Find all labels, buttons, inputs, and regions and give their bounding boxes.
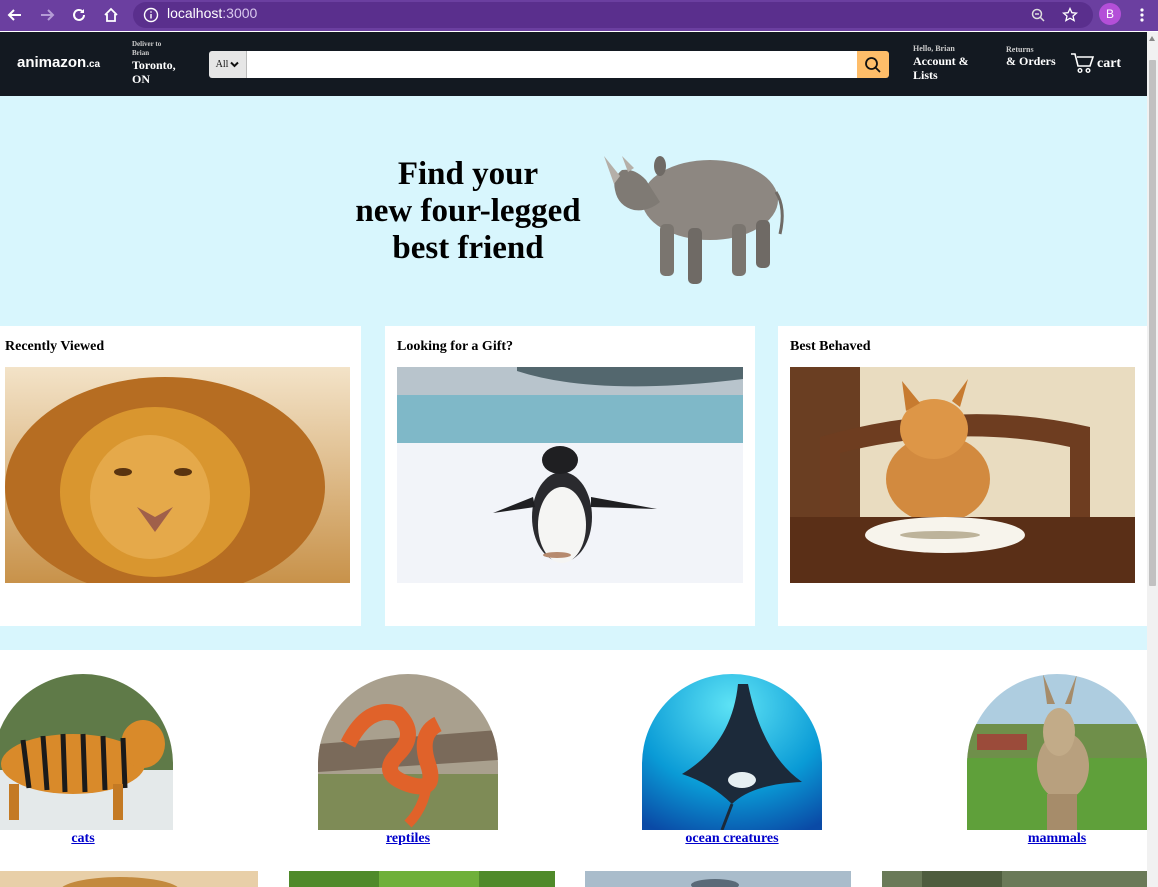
- page-scrollbar[interactable]: [1147, 32, 1158, 887]
- scroll-up-arrow-icon[interactable]: [1149, 36, 1155, 41]
- category-link[interactable]: mammals: [967, 831, 1147, 847]
- category-reptiles[interactable]: reptiles: [318, 674, 498, 846]
- category-mammals[interactable]: mammals: [967, 674, 1147, 846]
- returns-label: Returns: [1006, 45, 1034, 54]
- snake-image[interactable]: [318, 674, 498, 830]
- search-bar: All: [209, 51, 889, 78]
- card-title: Looking for a Gift?: [397, 339, 514, 354]
- orders-link[interactable]: & Orders: [1006, 54, 1056, 68]
- product-image-dolphin[interactable]: [585, 871, 851, 887]
- product-image-lion[interactable]: [0, 871, 258, 887]
- site-header: animazon.ca Deliver to Brian Toronto, ON…: [0, 32, 1147, 96]
- reload-icon[interactable]: [67, 3, 91, 27]
- chevron-down-icon: [230, 61, 240, 68]
- cat-at-table-image[interactable]: [790, 367, 1135, 583]
- zoom-icon[interactable]: [1026, 3, 1050, 27]
- cart-label: cart: [1097, 56, 1122, 71]
- site-logo[interactable]: animazon.ca: [17, 54, 100, 71]
- tiger-image[interactable]: [0, 674, 173, 830]
- penguin-image[interactable]: [397, 367, 743, 583]
- card-best-behaved[interactable]: Best Behaved: [778, 326, 1147, 626]
- hero-heading: Find your new four-legged best friend: [345, 156, 591, 267]
- hero-banner: Find your new four-legged best friend Re…: [0, 96, 1147, 650]
- donkey-image[interactable]: [967, 674, 1147, 830]
- site-info-icon[interactable]: [139, 3, 163, 27]
- card-recently-viewed[interactable]: Recently Viewed: [0, 326, 361, 626]
- category-link[interactable]: reptiles: [318, 831, 498, 847]
- menu-kebab-icon[interactable]: [1130, 3, 1154, 27]
- card-gift[interactable]: Looking for a Gift?: [385, 326, 755, 626]
- manta-ray-image[interactable]: [642, 674, 822, 831]
- home-icon[interactable]: [99, 3, 123, 27]
- search-category-value: All: [215, 59, 229, 70]
- search-category-select[interactable]: All: [209, 51, 247, 78]
- deliver-location[interactable]: Toronto, ON: [132, 58, 192, 86]
- bookmark-star-icon[interactable]: [1058, 3, 1082, 27]
- card-title: Best Behaved: [790, 339, 871, 354]
- search-button[interactable]: [857, 51, 889, 78]
- lion-image[interactable]: [5, 367, 350, 583]
- search-icon: [865, 56, 881, 73]
- product-image-greenery[interactable]: [289, 871, 555, 887]
- logo-suffix: .ca: [86, 59, 101, 70]
- card-title: Recently Viewed: [5, 339, 105, 354]
- account-greeting: Hello, Brian: [913, 44, 955, 53]
- hero-line-2: new four-legged: [355, 193, 581, 229]
- url-text[interactable]: localhost:3000: [167, 5, 257, 21]
- category-cats[interactable]: cats: [0, 674, 173, 846]
- url-port: :3000: [222, 5, 258, 21]
- scrollbar-thumb[interactable]: [1149, 60, 1156, 586]
- hero-line-1: Find your: [397, 156, 539, 192]
- rhino-image: [604, 156, 784, 284]
- product-image-forest[interactable]: [882, 871, 1147, 887]
- cart-icon: [1071, 53, 1094, 74]
- account-lists-link[interactable]: Account & Lists: [913, 54, 983, 82]
- category-ocean-creatures[interactable]: ocean creatures: [642, 674, 822, 846]
- address-bar[interactable]: [133, 2, 1093, 28]
- browser-toolbar: localhost:3000 B: [0, 0, 1158, 31]
- cart-button[interactable]: cart: [1070, 52, 1121, 74]
- deliver-to-label: Deliver to Brian: [132, 40, 162, 57]
- category-link[interactable]: ocean creatures: [642, 831, 822, 847]
- hero-line-3: best friend: [392, 230, 544, 266]
- category-link[interactable]: cats: [0, 831, 173, 847]
- forward-icon[interactable]: [35, 3, 59, 27]
- search-input[interactable]: [247, 51, 857, 78]
- profile-avatar[interactable]: B: [1099, 3, 1121, 25]
- url-host: localhost: [167, 5, 223, 21]
- logo-main: animazon: [17, 54, 87, 71]
- back-icon[interactable]: [3, 3, 27, 27]
